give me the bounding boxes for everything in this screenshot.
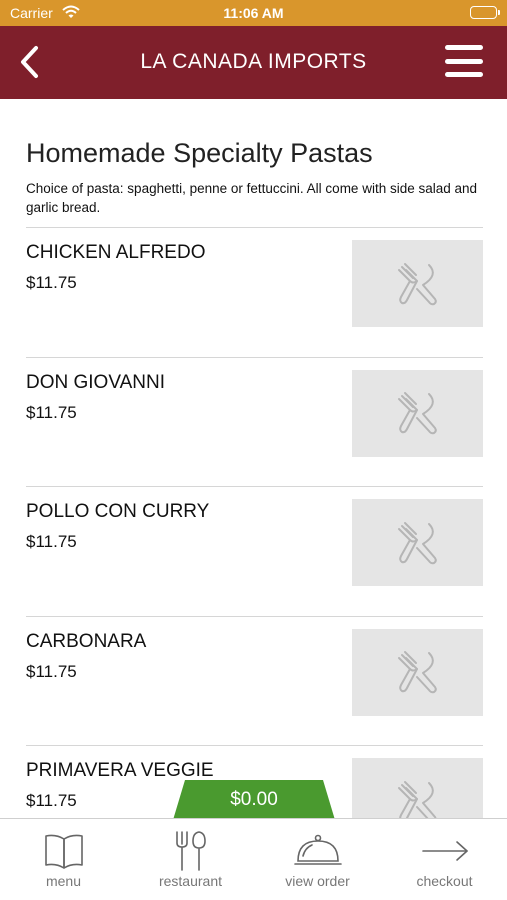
item-price: $11.75: [26, 402, 77, 422]
clock: 11:06 AM: [223, 5, 284, 21]
tab-label: restaurant: [158, 873, 223, 889]
page-title: LA CANADA IMPORTS: [140, 50, 367, 73]
item-image-placeholder: [352, 499, 483, 586]
fork-knife-icon: [397, 521, 437, 564]
menu-item[interactable]: POLLO CON CURRY $11.75: [26, 486, 483, 616]
tab-label: view order: [285, 873, 350, 889]
tab-label: checkout: [416, 873, 473, 889]
book-icon: [0, 829, 127, 873]
order-total-button[interactable]: $0.00: [173, 780, 335, 820]
menu-line: [445, 72, 483, 77]
tab-label: menu: [45, 873, 82, 889]
tab-checkout[interactable]: checkout: [381, 819, 507, 900]
status-bar: Carrier 11:06 AM: [0, 0, 507, 26]
fork-knife-icon: [397, 392, 437, 435]
menu-line: [445, 45, 483, 50]
item-image-placeholder: [352, 628, 483, 716]
fork-knife-icon: [397, 262, 437, 305]
app-header: LA CANADA IMPORTS: [0, 26, 507, 99]
section-description: Choice of pasta: spaghetti, penne or fet…: [26, 181, 478, 215]
fork-knife-icon: [397, 651, 437, 694]
item-name: POLLO CON CURRY: [26, 501, 210, 522]
item-price: $11.75: [26, 661, 77, 681]
arrow-right-icon: [381, 829, 507, 873]
item-name: CARBONARA: [26, 630, 147, 652]
menu-item[interactable]: CHICKEN ALFREDO $11.75: [26, 227, 483, 357]
item-price: $11.75: [26, 273, 77, 292]
menu-line: [445, 58, 483, 64]
item-name: CHICKEN ALFREDO: [26, 242, 206, 263]
hamburger-menu-button[interactable]: [445, 45, 483, 77]
tab-view-order[interactable]: view order: [254, 819, 381, 900]
section-title: Homemade Specialty Pastas: [26, 138, 373, 168]
item-image-placeholder: [352, 369, 483, 457]
item-name: DON GIOVANNI: [26, 371, 165, 393]
battery-icon: [470, 6, 500, 19]
tab-restaurant[interactable]: restaurant: [127, 819, 254, 900]
item-image-placeholder: [352, 240, 483, 327]
fork-knife-icon: [127, 829, 254, 873]
bottom-tab-bar: menu restaurant view order checkout: [0, 818, 507, 900]
menu-item[interactable]: CARBONARA $11.75: [26, 615, 483, 746]
tab-menu[interactable]: menu: [0, 819, 127, 900]
item-price: $11.75: [26, 791, 77, 810]
cloche-icon: [254, 829, 381, 873]
order-total-label: $0.00: [230, 789, 278, 810]
menu-item[interactable]: DON GIOVANNI $11.75: [26, 356, 483, 487]
item-name: PRIMAVERA VEGGIE: [26, 760, 214, 781]
menu-item-list: CHICKEN ALFREDO $11.75 DON GIOVANNI $11.…: [26, 227, 483, 875]
item-price: $11.75: [26, 532, 77, 551]
